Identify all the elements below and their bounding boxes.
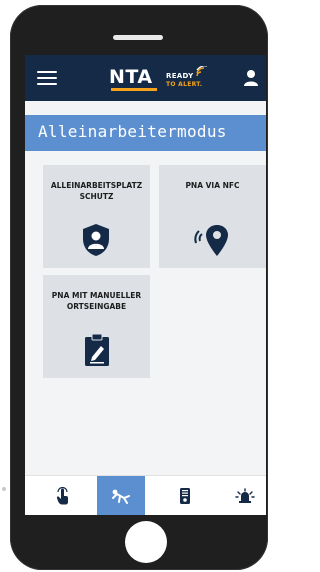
nav-alarm[interactable] bbox=[221, 476, 266, 515]
nav-man-down[interactable] bbox=[97, 476, 145, 515]
nav-touch[interactable] bbox=[39, 476, 87, 515]
nfc-location-icon bbox=[194, 225, 228, 256]
tile-label: PNA VIA NFC bbox=[185, 181, 240, 190]
phone-speaker bbox=[113, 35, 163, 40]
signal-waves-icon bbox=[196, 66, 207, 77]
logo-underline bbox=[111, 88, 157, 91]
phone-frame: NTA READY TO ALERT. Alleinarbeitermodus … bbox=[10, 5, 268, 570]
clipboard-edit-icon bbox=[85, 333, 109, 366]
app-screen: NTA READY TO ALERT. Alleinarbeitermodus … bbox=[25, 55, 266, 515]
bottom-navigation bbox=[25, 475, 266, 515]
tile-pna-manuelle-ortseingabe[interactable]: PNA MIT MANUELLER ORTSEINGABE bbox=[43, 275, 150, 378]
nav-device[interactable] bbox=[161, 476, 209, 515]
shield-user-icon bbox=[83, 224, 109, 256]
logo-main-text: NTA bbox=[109, 66, 153, 88]
logo-alert-text: TO ALERT. bbox=[166, 81, 203, 88]
user-icon[interactable] bbox=[243, 69, 259, 87]
device-icon bbox=[180, 488, 190, 504]
page-title: Alleinarbeitermodus bbox=[38, 122, 227, 141]
tile-label: ALLEINARBEITSPLATZ SCHUTZ bbox=[50, 181, 143, 201]
menu-icon[interactable] bbox=[37, 71, 57, 86]
tile-label: PNA MIT MANUELLER ORTSEINGABE bbox=[51, 291, 142, 311]
logo-ready-text: READY bbox=[166, 72, 194, 80]
home-button[interactable] bbox=[125, 521, 167, 563]
tile-pna-via-nfc[interactable]: PNA VIA NFC bbox=[159, 165, 266, 268]
page-dot bbox=[2, 487, 6, 491]
page-title-bar: Alleinarbeitermodus bbox=[25, 115, 266, 151]
alarm-icon bbox=[235, 488, 255, 503]
tile-alleinarbeitsplatz-schutz[interactable]: ALLEINARBEITSPLATZ SCHUTZ bbox=[43, 165, 150, 268]
touch-icon bbox=[56, 487, 68, 505]
app-logo: NTA READY TO ALERT. bbox=[109, 66, 219, 92]
top-app-bar: NTA READY TO ALERT. bbox=[25, 55, 266, 101]
man-down-icon bbox=[112, 489, 130, 504]
